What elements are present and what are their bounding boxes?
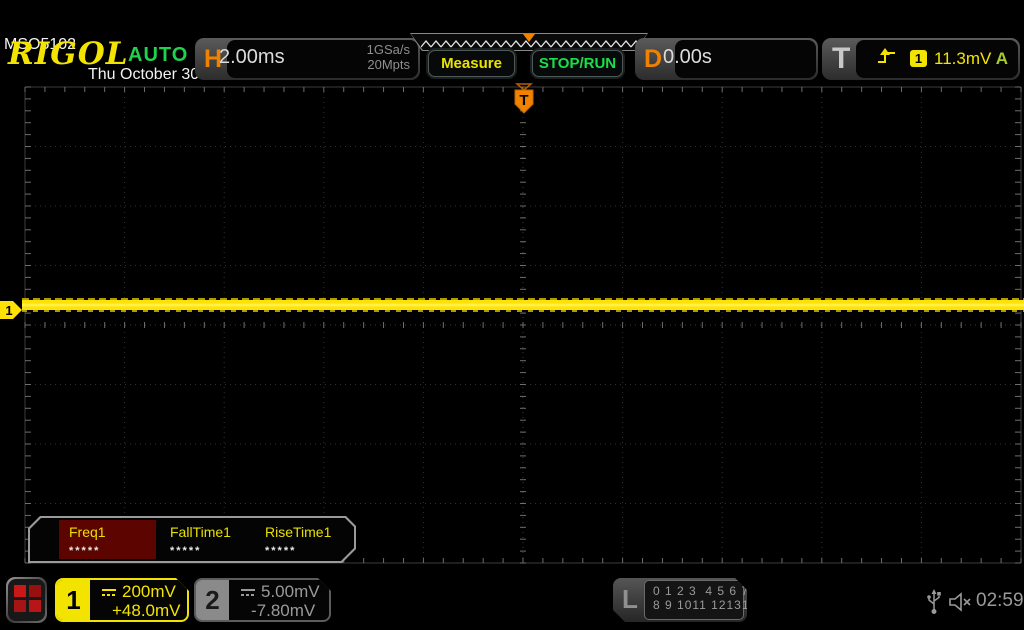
dc-coupling-icon — [239, 586, 257, 598]
measurement-item-freq1[interactable]: Freq1 ***** — [59, 520, 156, 559]
measurement-value: ***** — [69, 545, 101, 557]
timebase-value: 2.00ms — [219, 46, 285, 68]
speaker-mute-icon[interactable] — [948, 591, 972, 613]
windows-grid-icon — [8, 579, 45, 621]
measurement-name: RiseTime1 — [265, 524, 332, 540]
trigger-panel[interactable]: 1 11.3mV A T — [822, 38, 1020, 80]
measurement-item-risetime1[interactable]: RiseTime1 ***** — [255, 520, 352, 559]
overview-trigger-marker-icon — [523, 34, 535, 42]
delay-value: 0.00s — [663, 46, 712, 68]
svg-text:T: T — [519, 92, 528, 109]
run-mode-indicator: AUTO — [128, 44, 189, 66]
logic-row-1: 0 1 2 3 4 5 6 7 — [653, 584, 750, 598]
channel-2-offset: -7.80mV — [251, 601, 316, 620]
trigger-panel-inner: 1 11.3mV A — [856, 40, 1018, 78]
channel-2-number: 2 — [196, 580, 229, 620]
channel-1-text: 200mV +48.0mV — [90, 580, 187, 620]
channel-1-number: 1 — [57, 580, 90, 620]
ch1-position-marker[interactable]: 1 — [0, 301, 22, 319]
measurement-name: FallTime1 — [170, 524, 231, 540]
sample-rate: 1GSa/s 20Mpts — [367, 42, 410, 72]
grid-lines — [24, 86, 1022, 564]
trigger-sweep-mode: A — [995, 49, 1008, 68]
channel-1-offset: +48.0mV — [112, 601, 181, 620]
rising-edge-icon — [878, 48, 895, 63]
dc-coupling-icon — [100, 586, 118, 598]
measure-button[interactable]: Measure — [428, 50, 515, 77]
logic-analyzer-block[interactable]: L 0 1 2 3 4 5 6 7 8 9 1011 12131415 — [613, 578, 747, 622]
trigger-level-value: 11.3mV — [934, 49, 992, 68]
clock-display[interactable]: 02:59 — [976, 590, 1024, 612]
waveform-overview-bar[interactable] — [410, 33, 648, 51]
horizontal-panel[interactable]: H 2.00ms 1GSa/s 20Mpts — [195, 38, 420, 80]
measurement-box: Freq1 ***** FallTime1 ***** RiseTime1 **… — [28, 516, 356, 563]
channel-1-inner: 1 200mV +48.0mV — [57, 580, 187, 620]
channel-1-block[interactable]: 1 200mV +48.0mV — [55, 578, 189, 622]
oscilloscope-screen: T 1 MSO5102 Thu October 30 03:00:21 2025… — [0, 0, 1024, 630]
measurement-name: Freq1 — [69, 524, 106, 540]
delay-panel[interactable]: D 0.00s — [635, 38, 818, 80]
trigger-label: T — [832, 42, 851, 75]
logic-analyzer-label: L — [622, 584, 638, 614]
sample-rate-value: 1GSa/s — [366, 42, 410, 57]
measurement-box-inner: Freq1 ***** FallTime1 ***** RiseTime1 **… — [30, 518, 354, 561]
channel-2-block[interactable]: 2 5.00mV -7.80mV — [194, 578, 331, 622]
logic-channel-numbers: 0 1 2 3 4 5 6 7 8 9 1011 12131415 — [644, 580, 744, 620]
memory-depth-value: 20Mpts — [367, 57, 410, 72]
channel-2-inner: 2 5.00mV -7.80mV — [196, 580, 329, 620]
channel-2-text: 5.00mV -7.80mV — [229, 580, 329, 620]
channel-1-scale: 200mV — [122, 582, 176, 601]
trigger-source-badge: 1 — [910, 50, 927, 67]
header-bar: RIGOL AUTO H 2.00ms 1GSa/s 20Mpts Measur… — [0, 30, 1024, 84]
svg-text:1: 1 — [5, 303, 12, 318]
bottom-bar: 1 200mV +48.0mV 2 5.00mV -7.80mV L 0 1 2… — [0, 576, 1024, 630]
usb-icon — [927, 589, 941, 614]
logic-row-2: 8 9 1011 12131415 — [653, 598, 773, 612]
rigol-logo: RIGOL — [8, 36, 129, 72]
measurement-value: ***** — [170, 545, 202, 557]
measurement-value: ***** — [265, 545, 297, 557]
title-bar: MSO5102 Thu October 30 03:00:21 2025 — [0, 0, 1024, 83]
ch1-trace — [22, 298, 1024, 312]
trigger-position-marker[interactable]: T — [514, 83, 534, 114]
measurement-item-falltime1[interactable]: FallTime1 ***** — [160, 520, 257, 559]
windows-grid-button[interactable] — [6, 577, 47, 623]
stop-run-button[interactable]: STOP/RUN — [532, 50, 623, 77]
delay-label: D — [644, 45, 663, 73]
channel-2-scale: 5.00mV — [261, 582, 320, 601]
